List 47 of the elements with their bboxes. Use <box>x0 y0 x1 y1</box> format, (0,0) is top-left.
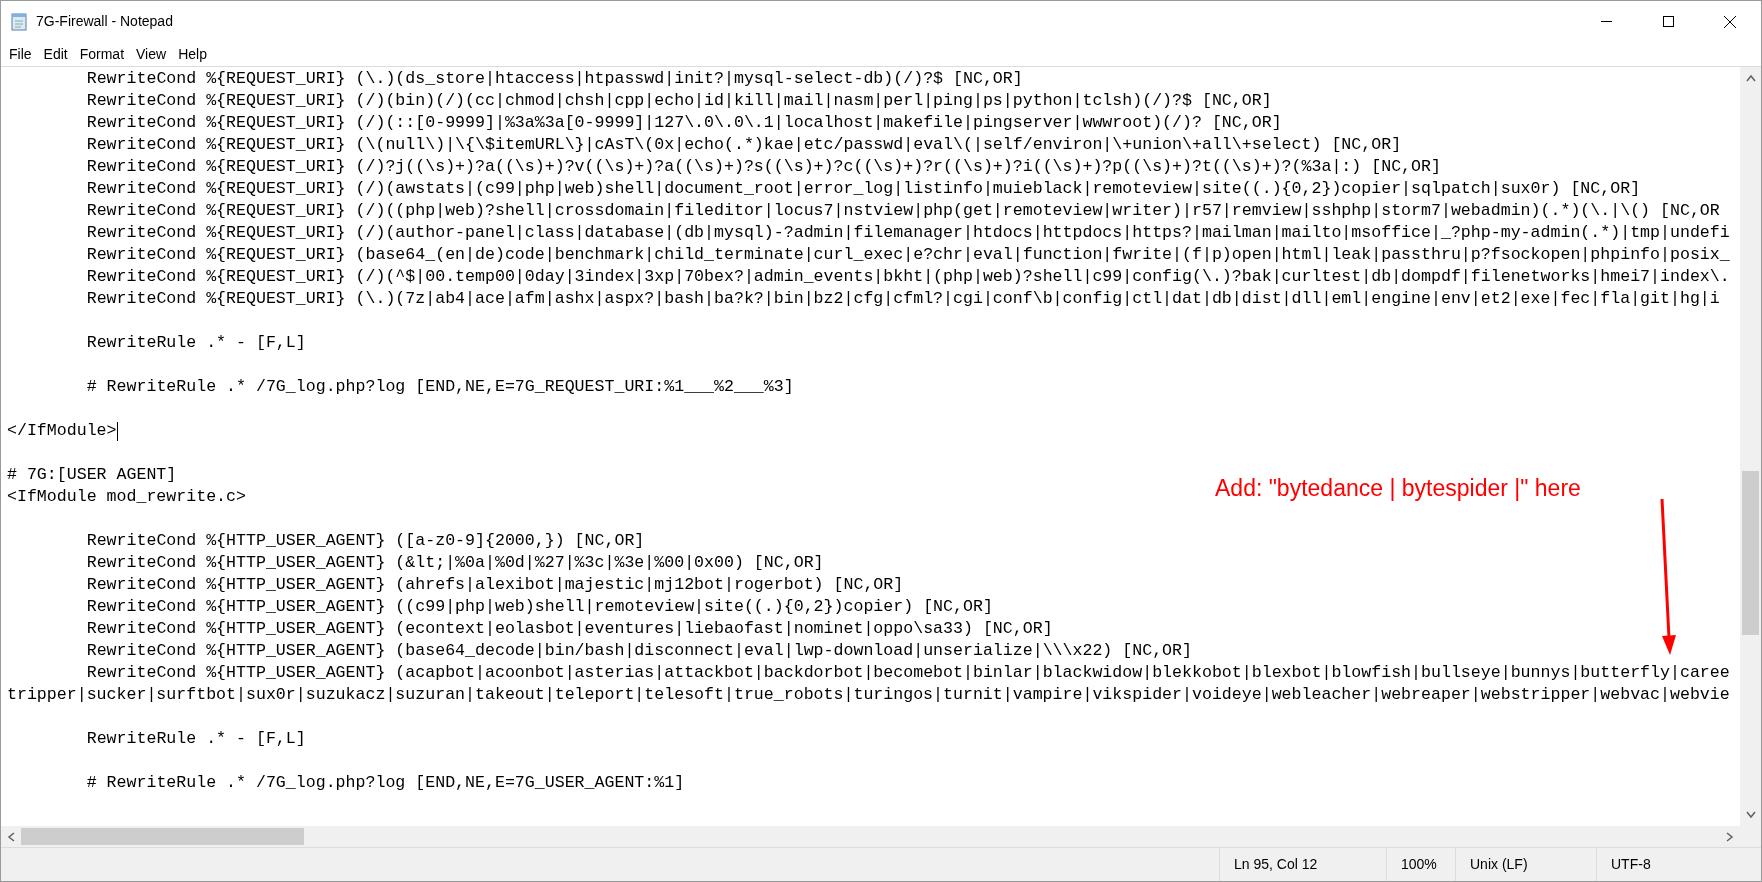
code-line: RewriteCond %{REQUEST_URI} (\.)(7z|ab4|ace|afm|ashx|aspx?|bash|ba?k?|bin|bz2|cfg|cfml?|cgi|conf\b|config|ctl|dat|db|dist|dll|eml|engine|env|et2|exe|fec|fla|git|hg|i <box>85 288 1720 310</box>
scroll-right-icon[interactable] <box>1726 831 1734 842</box>
code-line: <IfModule mod_rewrite.c> <box>7 486 246 508</box>
code-line: RewriteCond %{HTTP_USER_AGENT} (&lt;|%0a|%0d|%27|%3c|%3e|%00|0x00) [NC,OR] <box>85 552 824 574</box>
code-line: # 7G:[USER AGENT] <box>7 464 177 486</box>
menu-item[interactable]: Edit <box>37 43 74 65</box>
status-text: Ln 95, Col 12 <box>1219 848 1386 881</box>
code-line: RewriteCond %{HTTP_USER_AGENT} (ahrefs|alexibot|majestic|mj12bot|rogerbot) [NC,OR] <box>85 574 904 596</box>
code-line: RewriteCond %{REQUEST_URI} (/)((php|web)?shell|crossdomain|fileditor|locus7|nstview|php(get|remoteview|writer)|r57|remview|sshphp|storm7|webadmin)(.*)(\.|\() [NC,OR <box>85 200 1720 222</box>
code-line: RewriteCond %{REQUEST_URI} (/)(author-panel|class|database|(db|mysql)-?admin|filemanager|htdocs|httpdocs|https?|mailman|mailto|msoffice|_?php-my-admin(.*)|tmp|undefi <box>85 222 1730 244</box>
annotation-text: Add: "bytedance | bytespider |" here <box>1215 474 1581 503</box>
code-line: RewriteCond %{REQUEST_URI} (/)(::[0-9999]|%3a%3a[0-9999]|127\.0\.0\.1|localhost|makefile|pingserver|wwwroot)(/)? [NC,OR] <box>85 112 1282 134</box>
code-line: RewriteCond %{HTTP_USER_AGENT} ((c99|php|web)shell|remoteview|site((.){0,2})copier) [NC,OR] <box>85 596 993 618</box>
status-text: UTF-8 <box>1596 848 1736 881</box>
code-line: RewriteCond %{REQUEST_URI} (/)(bin)(/)(cc|chmod|chsh|cpp|echo|id|kill|mail|nasm|perl|ping|ps|python|tclsh)(/)?$ [NC,OR] <box>85 90 1272 112</box>
code-line: tripper|sucker|surftbot|sux0r|suzukacz|suzuran|takeout|teleport|telesoft|true_robots|turingos|turnit|vampire|vikspider|voideye|webleacher|webreaper|webstripper|webvac|webvie <box>7 684 1730 706</box>
status-text: 100% <box>1386 848 1455 881</box>
menu-item[interactable]: View <box>130 43 173 65</box>
code-line: RewriteRule .* - [F,L] <box>85 728 306 750</box>
code-line: </IfModule> <box>7 420 117 442</box>
scroll-up-icon[interactable] <box>1745 74 1756 82</box>
menu-item[interactable]: Format <box>73 43 131 65</box>
menu-item[interactable]: File <box>3 43 38 65</box>
scroll-down-icon[interactable] <box>1745 811 1756 819</box>
code-line: RewriteCond %{REQUEST_URI} (/)?j((\s)+)?a((\s)+)?v((\s)+)?a((\s)+)?s((\s)+)?c((\s)+)?r((\s)+)?i((\s)+)?p((\s)+)?t((\s)+)?(%3a|:) [NC,OR] <box>85 156 1441 178</box>
code-line: RewriteCond %{REQUEST_URI} (\(null\)|\{\$itemURL\}|cAsT\(0x|echo(.*)kae|etc/passwd|eval\(|self/environ|\+union\+all\+select) [NC,OR] <box>85 134 1402 156</box>
window-title: 7G-Firewall - Notepad <box>36 12 173 31</box>
code-line: RewriteRule .* - [F,L] <box>85 332 306 354</box>
code-line: RewriteCond %{REQUEST_URI} (/)(^$|00.temp00|0day|3index|3xp|70bex?|admin_events|bkht|(php|web)?shell|c99|config(\.)?bak|curltest|db|dompdf|filenetworks|hmei7|index\. <box>85 266 1730 288</box>
code-line: # RewriteRule .* /7G_log.php?log [END,NE,E=7G_USER_AGENT:%1] <box>85 772 685 794</box>
scrollbar-thumb[interactable] <box>1742 471 1759 635</box>
scrollbar-thumb[interactable] <box>21 828 304 845</box>
code-line: RewriteCond %{REQUEST_URI} (base64_(en|de)code|benchmark|child_terminate|curl_exec|e?chr|eval|function|fwrite|(f|p)open|html|leak|passthru|p?fsockopen|phpinfo|posix_ <box>85 244 1730 266</box>
code-line: RewriteCond %{HTTP_USER_AGENT} (base64_decode|bin/bash|disconnect|eval|lwp-download|unserialize|\\\x22) [NC,OR] <box>85 640 1192 662</box>
code-line: RewriteCond %{HTTP_USER_AGENT} (econtext|eolasbot|eventures|liebaofast|nominet|oppo\sa33) [NC,OR] <box>85 618 1053 640</box>
code-line: # RewriteRule .* /7G_log.php?log [END,NE,E=7G_REQUEST_URI:%1___%2___%3] <box>85 376 794 398</box>
scroll-left-icon[interactable] <box>7 831 15 842</box>
close-icon <box>1724 15 1736 28</box>
maximize-icon <box>1662 16 1674 27</box>
code-line: RewriteCond %{REQUEST_URI} (\.)(ds_store|htaccess|htpasswd|init?|mysql-select-db)(/)?$ [NC,OR] <box>85 68 1023 90</box>
code-line: RewriteCond %{HTTP_USER_AGENT} (acapbot|acoonbot|asterias|attackbot|backdorbot|becomebot|binlar|blackwidow|blekkobot|blexbot|blowfish|bullseye|bunnys|butterfly|caree <box>85 662 1730 684</box>
code-line: RewriteCond %{REQUEST_URI} (/)(awstats|(c99|php|web)shell|document_root|error_log|listinfo|muieblack|remoteview|site((.){0,2})copier|sqlpatch|sux0r) [NC,OR] <box>85 178 1641 200</box>
notepad-icon <box>11 12 28 31</box>
minimize-icon <box>1600 21 1612 22</box>
menu-item[interactable]: Help <box>172 43 213 65</box>
code-line: RewriteCond %{HTTP_USER_AGENT} ([a-z0-9]{2000,}) [NC,OR] <box>85 530 645 552</box>
status-text: Unix (LF) <box>1455 848 1596 881</box>
